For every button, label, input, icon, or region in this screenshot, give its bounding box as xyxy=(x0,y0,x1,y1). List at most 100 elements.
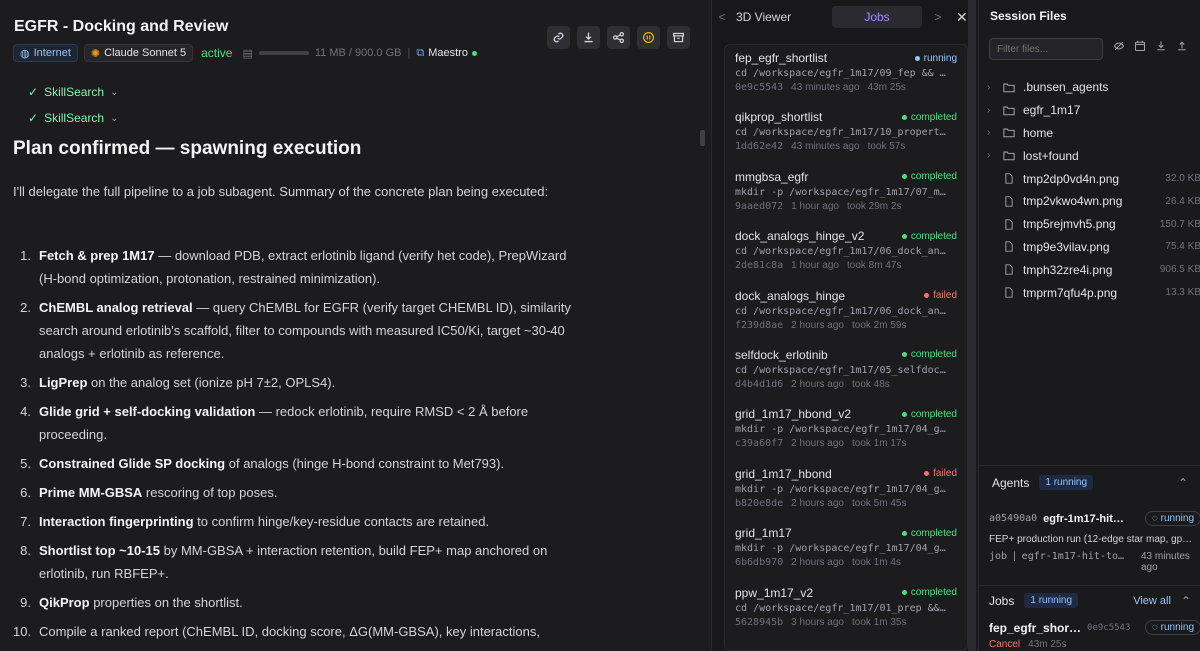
download-button[interactable] xyxy=(577,26,600,49)
step-title: Shortlist top ~10-15 xyxy=(39,543,160,558)
plan-step: 10. Compile a ranked report (ChEMBL ID, d… xyxy=(13,620,573,643)
view-all-link[interactable]: View all xyxy=(1133,595,1171,607)
folder-item[interactable]: › lost+found xyxy=(987,144,1200,167)
job-status: completed xyxy=(910,408,957,420)
job-item[interactable]: ppw_1m17_v2 completed cd /workspace/egfr_1… xyxy=(725,580,967,639)
model-badge[interactable]: ✺ Claude Sonnet 5 xyxy=(83,44,194,62)
file-actions xyxy=(1113,40,1188,55)
job-status: completed xyxy=(910,171,957,183)
scrollbar[interactable] xyxy=(968,0,976,651)
job-item[interactable]: grid_1m17_hbond failed mkdir -p /workspace… xyxy=(725,461,967,520)
sparkle-icon: ✺ xyxy=(90,47,101,60)
job-item[interactable]: grid_1m17 completed mkdir -p /workspace/eg… xyxy=(725,520,967,579)
hide-icon[interactable] xyxy=(1113,40,1125,55)
file-item[interactable]: tmp2vkwo4wn.png 26.4 KB xyxy=(987,190,1200,213)
close-icon[interactable]: ✕ xyxy=(956,9,968,26)
job-status-badge: completed xyxy=(901,586,957,600)
job-name: fep_egfr_shor… xyxy=(989,620,1082,635)
chevron-right-icon[interactable]: › xyxy=(987,127,999,138)
chevron-right-icon[interactable]: › xyxy=(987,150,999,161)
job-item[interactable]: mmgbsa_egfr completed mkdir -p /workspace/… xyxy=(725,164,967,223)
job-ago: 43 minutes ago xyxy=(791,141,860,153)
jobs-label: Jobs xyxy=(989,593,1015,608)
folder-icon xyxy=(1003,150,1017,161)
calendar-icon[interactable] xyxy=(1134,40,1146,55)
folder-item[interactable]: › .bunsen_agents xyxy=(987,76,1200,99)
link-button[interactable] xyxy=(547,26,570,49)
file-name: tmp5rejmvh5.png xyxy=(1023,217,1116,232)
separator: | xyxy=(1013,551,1016,562)
file-item[interactable]: tmp2dp0vd4n.png 32.0 KB xyxy=(987,167,1200,190)
globe-icon: ◍ xyxy=(20,47,30,60)
share-button[interactable] xyxy=(607,26,630,49)
internet-badge[interactable]: ◍ Internet xyxy=(13,44,78,62)
job-id: 5628945b xyxy=(735,616,784,628)
step-content: LigPrep on the analog set (ionize pH 7±2… xyxy=(39,371,335,394)
cancel-button[interactable]: Cancel xyxy=(989,639,1020,650)
step-text: on the analog set (ionize pH 7±2, OPLS4)… xyxy=(87,375,336,390)
job-item[interactable]: dock_analogs_hinge failed cd /workspace/eg… xyxy=(725,283,967,342)
file-item[interactable]: tmph32zre4i.png 906.5 KB xyxy=(987,258,1200,281)
storage-text: 11 MB / 900.0 GB xyxy=(314,47,402,59)
skill-search-item[interactable]: ✓ SkillSearch ⌄ xyxy=(28,85,118,99)
skill-search-item[interactable]: ✓ SkillSearch ⌄ xyxy=(28,111,118,125)
job-item[interactable]: fep_egfr_shortlist running cd /workspace/e… xyxy=(725,45,967,104)
agents-header[interactable]: Agents 1 running ⌃ xyxy=(979,465,1200,499)
session-toolbar xyxy=(547,26,690,49)
file-size: 75.4 KB xyxy=(1165,241,1200,253)
agent-name: egfr-1m17-hit… xyxy=(1043,512,1124,525)
download-icon xyxy=(584,32,593,43)
job-command: mkdir -p /workspace/egfr_1m17/04_g… xyxy=(735,483,946,495)
job-item[interactable]: qikprop_shortlist completed cd /workspace/… xyxy=(725,104,967,163)
tab-jobs[interactable]: Jobs xyxy=(832,6,922,28)
step-title: Constrained Glide SP docking xyxy=(39,456,226,471)
pane-resize-handle[interactable] xyxy=(700,130,705,146)
agent-id: a05490a0 xyxy=(989,513,1038,524)
chevron-left-icon[interactable]: < xyxy=(712,10,732,24)
job-command: cd /workspace/egfr_1m17/06_dock_an… xyxy=(735,246,946,258)
check-icon: ✓ xyxy=(28,85,39,99)
job-status: failed xyxy=(933,468,957,480)
chevron-up-icon[interactable]: ⌃ xyxy=(1181,594,1191,608)
filter-files-input[interactable] xyxy=(989,38,1103,60)
folder-name: .bunsen_agents xyxy=(1023,80,1109,95)
job-status-badge: completed xyxy=(901,526,957,540)
download-icon[interactable] xyxy=(1155,40,1167,55)
job-ago: 3 hours ago xyxy=(791,616,844,628)
session-title: EGFR - Docking and Review xyxy=(14,18,229,35)
jobs-header[interactable]: Jobs 1 running View all ⌃ xyxy=(979,585,1200,615)
maestro-status[interactable]: ⧉ Maestro xyxy=(416,47,477,60)
job-ago: 2 hours ago xyxy=(791,557,844,569)
tab-3d-viewer[interactable]: 3D Viewer xyxy=(736,10,816,24)
archive-button[interactable] xyxy=(667,26,690,49)
chevron-right-icon[interactable]: › xyxy=(987,82,999,93)
job-item[interactable]: dock_analogs_hinge_v2 completed cd /worksp… xyxy=(725,223,967,282)
agents-label: Agents xyxy=(992,475,1030,490)
file-item[interactable]: tmprm7qfu4p.png 13.3 KB xyxy=(987,281,1200,304)
job-summary[interactable]: fep_egfr_shor… 0e9c5543 ◌ running Cancel… xyxy=(989,620,1200,650)
job-duration: took 5m 45s xyxy=(852,497,907,509)
agent-item[interactable]: a05490a0 egfr-1m17-hit… ◌ running FEP+ p… xyxy=(989,511,1200,573)
folder-item[interactable]: › egfr_1m17 xyxy=(987,99,1200,122)
chevron-right-icon[interactable]: › xyxy=(987,105,999,116)
file-item[interactable]: tmp5rejmvh5.png 150.7 KB xyxy=(987,213,1200,236)
plan-step: 6. Prime MM-GBSA rescoring of top poses. xyxy=(13,481,573,504)
step-content: QikProp properties on the shortlist. xyxy=(39,591,243,614)
chevron-up-icon[interactable]: ⌃ xyxy=(1178,476,1188,490)
file-icon xyxy=(1003,264,1017,275)
job-name: grid_1m17_hbond_v2 xyxy=(735,407,852,422)
agents-running-badge: 1 running xyxy=(1039,475,1094,490)
job-status-badge: failed xyxy=(924,289,957,303)
job-duration: took 48s xyxy=(852,378,890,390)
upload-icon[interactable] xyxy=(1176,40,1188,55)
plan-step: 9. QikProp properties on the shortlist. xyxy=(13,591,573,614)
job-item[interactable]: grid_1m17_hbond_v2 completed mkdir -p /wor… xyxy=(725,401,967,460)
file-item[interactable]: tmp9e3vilav.png 75.4 KB xyxy=(987,236,1200,259)
job-item[interactable]: selfdock_erlotinib completed cd /workspace… xyxy=(725,342,967,401)
job-ago: 1 hour ago xyxy=(791,200,839,212)
job-id: 2de81c8a xyxy=(735,260,784,272)
folder-item[interactable]: › home xyxy=(987,122,1200,145)
pause-button[interactable] xyxy=(637,26,660,49)
chevron-right-icon[interactable]: > xyxy=(928,10,948,24)
job-id: 6b6db970 xyxy=(735,557,784,569)
